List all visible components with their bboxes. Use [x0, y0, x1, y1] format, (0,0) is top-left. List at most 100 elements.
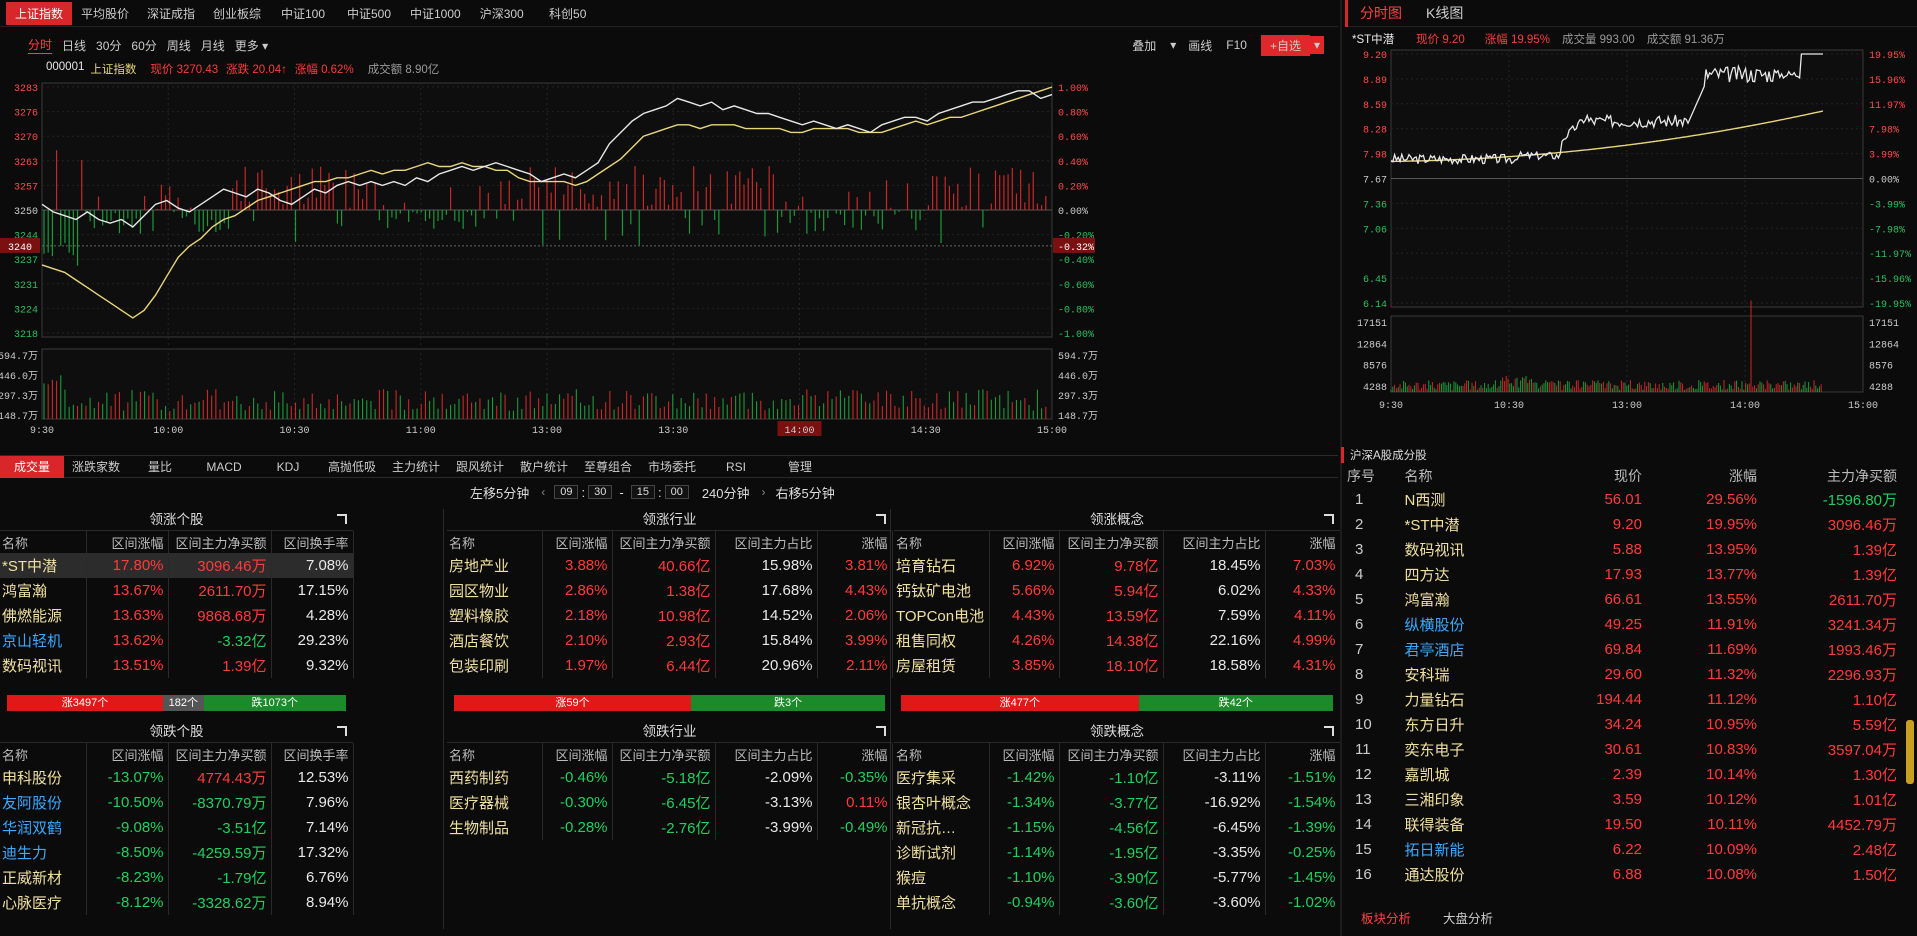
table-row[interactable]: 京山轻机 13.62% -3.32亿 29.23%: [0, 628, 354, 653]
column-header[interactable]: 名称: [447, 531, 543, 553]
column-header[interactable]: 涨幅: [1265, 743, 1341, 765]
indicator-tab-8[interactable]: 散户统计: [512, 458, 576, 475]
table-row[interactable]: 心脉医疗 -8.12% -3328.62万 8.94%: [0, 890, 354, 915]
table-row[interactable]: 3 数码视讯 5.88 13.95% 1.39亿: [1341, 537, 1901, 562]
table-row[interactable]: 培育钻石 6.92% 9.78亿 18.45% 7.03%: [894, 553, 1341, 578]
index-tab-2[interactable]: 深证成指: [138, 2, 204, 25]
right-tab-1[interactable]: K线图: [1414, 0, 1475, 27]
column-header[interactable]: 区间换手率: [271, 743, 354, 765]
period-tab-6[interactable]: 更多 ▾: [235, 37, 268, 54]
indicator-tab-2[interactable]: 量比: [128, 458, 192, 475]
table-row[interactable]: 1 N西测 56.01 29.56% -1596.80万: [1341, 487, 1901, 512]
table-row[interactable]: 6 纵横股份 49.25 11.91% 3241.34万: [1341, 612, 1901, 637]
period-tab-4[interactable]: 周线: [167, 37, 191, 54]
table-row[interactable]: 8 安科瑞 29.60 11.32% 2296.93万: [1341, 662, 1901, 687]
table-row[interactable]: 西药制药 -0.46% -5.18亿 -2.09% -0.35%: [447, 765, 893, 790]
index-tab-6[interactable]: 中证1000: [402, 2, 469, 25]
table-row[interactable]: 塑料橡胶 2.18% 10.98亿 14.52% 2.06%: [447, 603, 893, 628]
table-row[interactable]: 钙钛矿电池 5.66% 5.94亿 6.02% 4.33%: [894, 578, 1341, 603]
column-header[interactable]: 区间主力净买额: [1059, 531, 1164, 553]
indicator-tab-3[interactable]: MACD: [192, 460, 256, 474]
table-row[interactable]: 单抗概念 -0.94% -3.60亿 -3.60% -1.02%: [894, 890, 1341, 915]
table-row[interactable]: 7 君亭酒店 69.84 11.69% 1993.46万: [1341, 637, 1901, 662]
column-header[interactable]: 涨幅: [1646, 465, 1761, 487]
indicator-tab-0[interactable]: 成交量: [0, 455, 64, 478]
column-header[interactable]: 涨幅: [817, 743, 893, 765]
index-tab-5[interactable]: 中证500: [336, 2, 402, 25]
indicator-tab-10[interactable]: 市场委托: [640, 458, 704, 475]
column-header[interactable]: 区间涨幅: [86, 531, 169, 553]
table-row[interactable]: 医疗器械 -0.30% -6.45亿 -3.13% 0.11%: [447, 790, 893, 815]
expand-icon[interactable]: [337, 514, 347, 524]
table-row[interactable]: 诊断试剂 -1.14% -1.95亿 -3.35% -0.25%: [894, 840, 1341, 865]
column-header[interactable]: 区间主力占比: [715, 743, 818, 765]
index-tab-8[interactable]: 科创50: [535, 2, 601, 25]
table-row[interactable]: 园区物业 2.86% 1.38亿 17.68% 4.43%: [447, 578, 893, 603]
period-tab-5[interactable]: 月线: [201, 37, 225, 54]
table-row[interactable]: 14 联得装备 19.50 10.11% 4452.79万: [1341, 812, 1901, 837]
table-row[interactable]: 新冠抗… -1.15% -4.56亿 -6.45% -1.39%: [894, 815, 1341, 840]
footer-tab-1[interactable]: 大盘分析: [1427, 908, 1509, 930]
column-header[interactable]: 区间涨幅: [989, 531, 1060, 553]
index-tab-7[interactable]: 沪深300: [469, 2, 535, 25]
f10-button[interactable]: F10: [1226, 38, 1247, 52]
table-row[interactable]: 10 东方日升 34.24 10.95% 5.59亿: [1341, 712, 1901, 737]
column-header[interactable]: 区间涨幅: [989, 743, 1060, 765]
right-tab-0[interactable]: 分时图: [1345, 0, 1414, 27]
table-row[interactable]: 9 力量钻石 194.44 11.12% 1.10亿: [1341, 687, 1901, 712]
column-header[interactable]: 名称: [894, 743, 990, 765]
table-row[interactable]: 酒店餐饮 2.10% 2.93亿 15.84% 3.99%: [447, 628, 893, 653]
table-row[interactable]: TOPCon电池 4.43% 13.59亿 7.59% 4.11%: [894, 603, 1341, 628]
column-header[interactable]: 区间主力净买额: [168, 743, 272, 765]
table-row[interactable]: 迪生力 -8.50% -4259.59万 17.32%: [0, 840, 354, 865]
table-row[interactable]: 友阿股份 -10.50% -8370.79万 7.96%: [0, 790, 354, 815]
table-row[interactable]: 4 四方达 17.93 13.77% 1.39亿: [1341, 562, 1901, 587]
table-row[interactable]: 12 嘉凯城 2.39 10.14% 1.30亿: [1341, 762, 1901, 787]
table-row[interactable]: 华润双鹤 -9.08% -3.51亿 7.14%: [0, 815, 354, 840]
column-header[interactable]: 主力净买额: [1761, 465, 1901, 487]
end-hour-input[interactable]: 15: [630, 485, 655, 499]
expand-icon[interactable]: [1324, 514, 1334, 524]
index-tab-0[interactable]: 上证指数: [6, 1, 72, 25]
table-row[interactable]: 15 拓日新能 6.22 10.09% 2.48亿: [1341, 837, 1901, 862]
period-tab-1[interactable]: 日线: [62, 37, 86, 54]
next-arrow-icon[interactable]: ›: [756, 485, 772, 499]
table-row[interactable]: 13 三湘印象 3.59 10.12% 1.01亿: [1341, 787, 1901, 812]
intraday-chart[interactable]: 3283 1.00% 3276 0.80% 3270 0.60% 3263 0.40% 3257…: [0, 75, 1338, 455]
table-row[interactable]: 16 通达股份 6.88 10.08% 1.50亿: [1341, 862, 1901, 887]
column-header[interactable]: 区间主力净买额: [1059, 743, 1164, 765]
end-minute-input[interactable]: 00: [664, 485, 689, 499]
column-header[interactable]: 区间涨幅: [86, 743, 169, 765]
column-header[interactable]: 名称: [0, 531, 87, 553]
column-header[interactable]: 名称: [0, 743, 87, 765]
stock-intraday-chart[interactable]: 19.95% 15.96% 11.97% 7.98% 3.99% 0.00% -3.99% -…: [1341, 42, 1917, 442]
indicator-tab-7[interactable]: 跟风统计: [448, 458, 512, 475]
list-scrollbar[interactable]: [1906, 720, 1914, 784]
index-tab-4[interactable]: 中证100: [270, 2, 336, 25]
table-row[interactable]: 包装印刷 1.97% 6.44亿 20.96% 2.11%: [447, 653, 893, 678]
table-row[interactable]: 正威新材 -8.23% -1.79亿 6.76%: [0, 865, 354, 890]
table-row[interactable]: 房屋租赁 3.85% 18.10亿 18.58% 4.31%: [894, 653, 1341, 678]
column-header[interactable]: 现价: [1536, 465, 1646, 487]
table-row[interactable]: 2 *ST中潜 9.20 19.95% 3096.46万: [1341, 512, 1901, 537]
start-minute-input[interactable]: 30: [588, 485, 613, 499]
shift-right-button[interactable]: 右移5分钟: [776, 483, 835, 502]
indicator-tab-6[interactable]: 主力统计: [384, 458, 448, 475]
table-row[interactable]: 5 鸿富瀚 66.61 13.55% 2611.70万: [1341, 587, 1901, 612]
shift-left-button[interactable]: 左移5分钟: [470, 483, 529, 502]
table-row[interactable]: 生物制品 -0.28% -2.76亿 -3.99% -0.49%: [447, 815, 893, 840]
column-header[interactable]: 名称: [447, 743, 543, 765]
table-row[interactable]: 申科股份 -13.07% 4774.43万 12.53%: [0, 765, 354, 790]
expand-icon[interactable]: [337, 726, 347, 736]
column-header[interactable]: 涨幅: [817, 531, 893, 553]
index-tab-1[interactable]: 平均股价: [72, 2, 138, 25]
column-header[interactable]: 区间主力占比: [1163, 531, 1266, 553]
table-row[interactable]: 11 奕东电子 30.61 10.83% 3597.04万: [1341, 737, 1901, 762]
overlay-button[interactable]: 叠加: [1132, 37, 1156, 54]
add-favorite-dropdown-icon[interactable]: ▾: [1309, 36, 1324, 54]
indicator-tab-4[interactable]: KDJ: [256, 460, 320, 474]
expand-icon[interactable]: [1324, 726, 1334, 736]
table-row[interactable]: 猴痘 -1.10% -3.90亿 -5.77% -1.45%: [894, 865, 1341, 890]
table-row[interactable]: 鸿富瀚 13.67% 2611.70万 17.15%: [0, 578, 354, 603]
column-header[interactable]: 区间主力净买额: [612, 531, 716, 553]
